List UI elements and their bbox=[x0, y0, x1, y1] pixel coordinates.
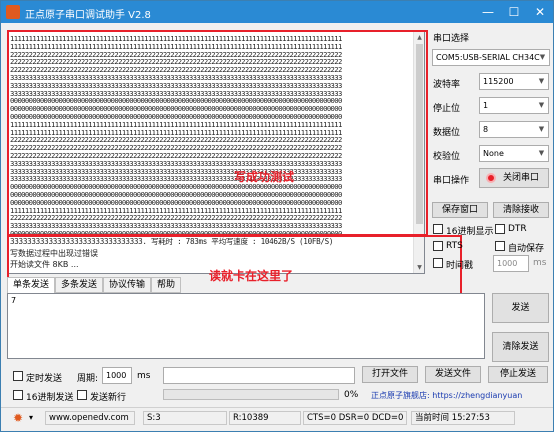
clear-receive-button[interactable]: 清除接收 bbox=[493, 202, 549, 218]
period-input[interactable]: 1000 bbox=[102, 367, 132, 384]
port-label: 串口选择 bbox=[433, 34, 470, 44]
stop-bits-value: 1 bbox=[483, 101, 489, 110]
tab-single-send[interactable]: 单条发送 bbox=[7, 277, 55, 293]
port-op-label: 串口操作 bbox=[433, 176, 470, 186]
baud-label: 波特率 bbox=[433, 80, 461, 90]
window-title: 正点原子串口调试助手 V2.8 bbox=[25, 10, 151, 21]
send-file-button[interactable]: 发送文件 bbox=[425, 366, 481, 383]
hex-display-label: 16进制显示 bbox=[446, 227, 494, 237]
parity-value: None bbox=[483, 149, 504, 158]
annotation-write-success: 写成功测试 bbox=[234, 170, 295, 184]
tab-help[interactable]: 帮助 bbox=[151, 277, 181, 293]
chevron-down-icon[interactable]: ▾ bbox=[29, 411, 33, 425]
rts-label: RTS bbox=[446, 241, 463, 251]
progress-percent: 0% bbox=[344, 390, 359, 400]
dtr-checkbox[interactable] bbox=[495, 224, 505, 234]
send-input[interactable]: 7 bbox=[7, 293, 485, 359]
annotation-box-write bbox=[7, 30, 428, 236]
auto-save-checkbox[interactable] bbox=[495, 241, 505, 251]
hex-send-checkbox[interactable] bbox=[13, 390, 23, 400]
hex-display-checkbox[interactable] bbox=[433, 224, 443, 234]
timestamp-label: 时间戳 bbox=[446, 261, 474, 271]
chevron-down-icon: ▼ bbox=[538, 149, 545, 157]
stop-send-button[interactable]: 停止发送 bbox=[488, 366, 548, 383]
timed-send-label: 定时发送 bbox=[26, 374, 63, 384]
main-window: 正点原子串口调试助手 V2.8 — ☐ ✕ 111111111111111111… bbox=[0, 0, 554, 432]
forum-link[interactable]: 正点原子旗舰店: https://zhengdianyuan bbox=[371, 390, 522, 401]
auto-save-label: 自动保存 bbox=[508, 244, 545, 254]
annotation-stuck-here: 读就卡在这里了 bbox=[209, 269, 294, 283]
baud-select[interactable]: 115200 ▼ bbox=[479, 73, 549, 90]
send-progress-bar bbox=[163, 389, 339, 400]
period-unit-label: ms bbox=[137, 371, 151, 381]
recv-count: R:10389 bbox=[229, 411, 301, 425]
period-label: 周期: bbox=[77, 374, 99, 384]
port-status-led-icon bbox=[486, 173, 496, 183]
parity-select[interactable]: None ▼ bbox=[479, 145, 549, 162]
timed-send-checkbox[interactable] bbox=[13, 371, 23, 381]
save-window-button[interactable]: 保存窗口 bbox=[432, 202, 488, 218]
chevron-down-icon: ▼ bbox=[538, 125, 545, 133]
hex-send-label: 16进制发送 bbox=[26, 393, 74, 403]
title-bar[interactable]: 正点原子串口调试助手 V2.8 — ☐ ✕ bbox=[1, 1, 553, 23]
chevron-down-icon: ▼ bbox=[538, 77, 545, 85]
data-bits-value: 8 bbox=[483, 125, 489, 134]
timestamp-ms-input[interactable]: 1000 bbox=[493, 255, 529, 272]
timestamp-checkbox[interactable] bbox=[433, 258, 443, 268]
timestamp-unit-label: ms bbox=[533, 258, 547, 268]
tab-multi-send[interactable]: 多条发送 bbox=[55, 277, 103, 293]
stop-bits-label: 停止位 bbox=[433, 104, 461, 114]
stop-bits-select[interactable]: 1 ▼ bbox=[479, 97, 549, 114]
minimize-button[interactable]: — bbox=[475, 1, 501, 23]
baud-value: 115200 bbox=[483, 77, 514, 86]
status-bar: ✹ ▾ www.openedv.com S:3 R:10389 CTS=0 DS… bbox=[1, 407, 553, 427]
current-time: 当前时间 15:27:53 bbox=[411, 411, 515, 425]
parity-label: 校验位 bbox=[433, 152, 461, 162]
data-bits-label: 数据位 bbox=[433, 128, 461, 138]
port-value: COM5:USB-SERIAL CH34C bbox=[436, 53, 540, 62]
maximize-button[interactable]: ☐ bbox=[501, 1, 527, 23]
rts-checkbox[interactable] bbox=[433, 241, 443, 251]
modem-lines: CTS=0 DSR=0 DCD=0 bbox=[303, 411, 407, 425]
newline-label: 发送新行 bbox=[90, 393, 127, 403]
data-bits-select[interactable]: 8 ▼ bbox=[479, 121, 549, 138]
close-port-button[interactable]: 关闭串口 bbox=[479, 168, 549, 188]
website-link[interactable]: www.openedv.com bbox=[45, 411, 135, 425]
newline-checkbox[interactable] bbox=[77, 390, 87, 400]
close-port-label: 关闭串口 bbox=[502, 173, 539, 183]
tab-protocol[interactable]: 协议传输 bbox=[103, 277, 151, 293]
send-count: S:3 bbox=[143, 411, 227, 425]
gear-icon[interactable]: ✹ bbox=[13, 411, 23, 425]
send-button[interactable]: 发送 bbox=[492, 293, 549, 323]
chevron-down-icon: ▼ bbox=[539, 53, 546, 61]
dtr-label: DTR bbox=[508, 224, 527, 234]
app-icon bbox=[6, 5, 20, 19]
close-button[interactable]: ✕ bbox=[527, 1, 553, 23]
file-path-input[interactable] bbox=[163, 367, 355, 384]
chevron-down-icon: ▼ bbox=[538, 101, 545, 109]
port-select[interactable]: COM5:USB-SERIAL CH34C ▼ bbox=[432, 49, 550, 66]
clear-send-button[interactable]: 清除发送 bbox=[492, 332, 549, 362]
open-file-button[interactable]: 打开文件 bbox=[362, 366, 418, 383]
